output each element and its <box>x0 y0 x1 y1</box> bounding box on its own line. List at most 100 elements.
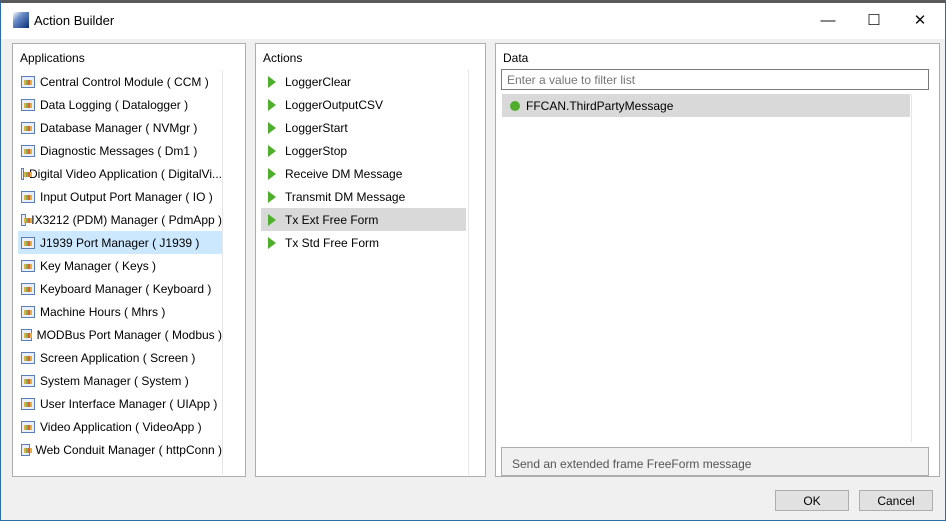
play-arrow-icon <box>268 75 276 88</box>
play-arrow-icon <box>268 144 276 157</box>
application-grid-icon <box>21 98 35 111</box>
application-item[interactable]: Data Logging ( Datalogger ) <box>18 93 222 116</box>
application-item-label: Keyboard Manager ( Keyboard ) <box>40 281 212 296</box>
application-grid-icon <box>21 259 35 272</box>
application-item-label: MODBus Port Manager ( Modbus ) <box>36 327 222 342</box>
application-item-label: Diagnostic Messages ( Dm1 ) <box>40 143 198 158</box>
application-grid-icon <box>21 236 35 249</box>
applications-list[interactable]: Central Control Module ( CCM ) Data Loggi… <box>18 70 222 461</box>
data-item[interactable]: FFCAN.ThirdPartyMessage <box>502 94 910 117</box>
application-item-label: User Interface Manager ( UIApp ) <box>40 396 218 411</box>
scrollbar-track[interactable] <box>911 94 912 442</box>
description-box: Send an extended frame FreeForm message <box>501 447 929 476</box>
application-item[interactable]: User Interface Manager ( UIApp ) <box>18 392 222 415</box>
application-item[interactable]: IX3212 (PDM) Manager ( PdmApp ) <box>18 208 222 231</box>
application-item-label: J1939 Port Manager ( J1939 ) <box>40 235 200 250</box>
actions-label: Actions <box>263 51 303 65</box>
application-grid-icon <box>21 167 32 180</box>
action-item[interactable]: LoggerStart <box>261 116 466 139</box>
close-button[interactable]: ✕ <box>897 3 943 37</box>
play-arrow-icon <box>268 236 276 249</box>
application-item[interactable]: Keyboard Manager ( Keyboard ) <box>18 277 222 300</box>
application-item[interactable]: Key Manager ( Keys ) <box>18 254 222 277</box>
application-item-label: Database Manager ( NVMgr ) <box>40 120 198 135</box>
application-item[interactable]: Database Manager ( NVMgr ) <box>18 116 222 139</box>
action-item-label: Tx Ext Free Form <box>285 212 379 227</box>
action-item-label: LoggerClear <box>285 74 352 89</box>
action-item[interactable]: Tx Std Free Form <box>261 231 466 254</box>
application-item-label: Central Control Module ( CCM ) <box>40 74 209 89</box>
minimize-button[interactable]: — <box>805 3 851 37</box>
application-item[interactable]: System Manager ( System ) <box>18 369 222 392</box>
application-item-label: Machine Hours ( Mhrs ) <box>40 304 166 319</box>
action-item-label: Tx Std Free Form <box>285 235 380 250</box>
application-grid-icon <box>21 351 35 364</box>
application-item[interactable]: Screen Application ( Screen ) <box>18 346 222 369</box>
application-item-label: Video Application ( VideoApp ) <box>40 419 202 434</box>
action-item-label: LoggerOutputCSV <box>285 97 384 112</box>
scrollbar-track[interactable] <box>468 70 469 475</box>
action-builder-window: Action Builder — ☐ ✕ Applications Centra… <box>0 0 946 521</box>
application-item-label: Input Output Port Manager ( IO ) <box>40 189 213 204</box>
play-arrow-icon <box>268 190 276 203</box>
action-item[interactable]: Receive DM Message <box>261 162 466 185</box>
play-arrow-icon <box>268 213 276 226</box>
window-title: Action Builder <box>34 13 115 28</box>
application-item-label: Key Manager ( Keys ) <box>40 258 157 273</box>
play-arrow-icon <box>268 167 276 180</box>
application-grid-icon <box>21 213 33 226</box>
application-item[interactable]: Diagnostic Messages ( Dm1 ) <box>18 139 222 162</box>
action-item[interactable]: LoggerStop <box>261 139 466 162</box>
action-item-label: LoggerStop <box>285 143 348 158</box>
application-grid-icon <box>21 121 35 134</box>
application-item[interactable]: J1939 Port Manager ( J1939 ) <box>18 231 222 254</box>
application-grid-icon <box>21 328 32 341</box>
application-item[interactable]: Video Application ( VideoApp ) <box>18 415 222 438</box>
application-item-label: Data Logging ( Datalogger ) <box>40 97 189 112</box>
application-grid-icon <box>21 144 35 157</box>
action-item-label: LoggerStart <box>285 120 348 135</box>
action-item-label: Transmit DM Message <box>285 189 406 204</box>
application-item[interactable]: Machine Hours ( Mhrs ) <box>18 300 222 323</box>
green-dot-icon <box>510 100 520 111</box>
title-bar: Action Builder — ☐ ✕ <box>1 3 945 39</box>
application-grid-icon <box>21 190 35 203</box>
application-item[interactable]: Input Output Port Manager ( IO ) <box>18 185 222 208</box>
application-item[interactable]: Digital Video Application ( DigitalVi... <box>18 162 222 185</box>
application-item-label: System Manager ( System ) <box>40 373 189 388</box>
applications-panel: Applications Central Control Module ( CC… <box>12 43 246 477</box>
action-item[interactable]: LoggerOutputCSV <box>261 93 466 116</box>
application-item-label: IX3212 (PDM) Manager ( PdmApp ) <box>31 212 222 227</box>
action-item-label: Receive DM Message <box>285 166 403 181</box>
application-item-label: Digital Video Application ( DigitalVi... <box>29 166 222 181</box>
scrollbar-track[interactable] <box>222 70 223 475</box>
data-panel: Data FFCAN.ThirdPartyMessage Send an ext… <box>495 43 940 477</box>
play-arrow-icon <box>268 98 276 111</box>
data-list[interactable]: FFCAN.ThirdPartyMessage <box>502 94 910 117</box>
application-grid-icon <box>21 420 35 433</box>
action-item[interactable]: LoggerClear <box>261 70 466 93</box>
actions-panel: Actions LoggerClear LoggerOutputCSV Logger… <box>255 43 486 477</box>
application-item-label: Web Conduit Manager ( httpConn ) <box>35 442 222 457</box>
action-item[interactable]: Tx Ext Free Form <box>261 208 466 231</box>
application-grid-icon <box>21 282 35 295</box>
application-grid-icon <box>21 305 35 318</box>
application-item[interactable]: Central Control Module ( CCM ) <box>18 70 222 93</box>
application-grid-icon <box>21 374 35 387</box>
maximize-button[interactable]: ☐ <box>851 3 897 37</box>
application-grid-icon <box>21 75 35 88</box>
ok-button[interactable]: OK <box>775 490 849 511</box>
data-label: Data <box>503 51 529 65</box>
application-item[interactable]: Web Conduit Manager ( httpConn ) <box>18 438 222 461</box>
filter-input[interactable] <box>501 69 929 90</box>
application-grid-icon <box>21 397 35 410</box>
app-icon <box>13 12 29 28</box>
applications-label: Applications <box>20 51 85 65</box>
application-item-label: Screen Application ( Screen ) <box>40 350 196 365</box>
application-item[interactable]: MODBus Port Manager ( Modbus ) <box>18 323 222 346</box>
data-item-label: FFCAN.ThirdPartyMessage <box>526 98 674 113</box>
action-item[interactable]: Transmit DM Message <box>261 185 466 208</box>
cancel-button[interactable]: Cancel <box>859 490 933 511</box>
application-grid-icon <box>21 443 33 456</box>
actions-list[interactable]: LoggerClear LoggerOutputCSV LoggerStart Log… <box>261 70 466 254</box>
